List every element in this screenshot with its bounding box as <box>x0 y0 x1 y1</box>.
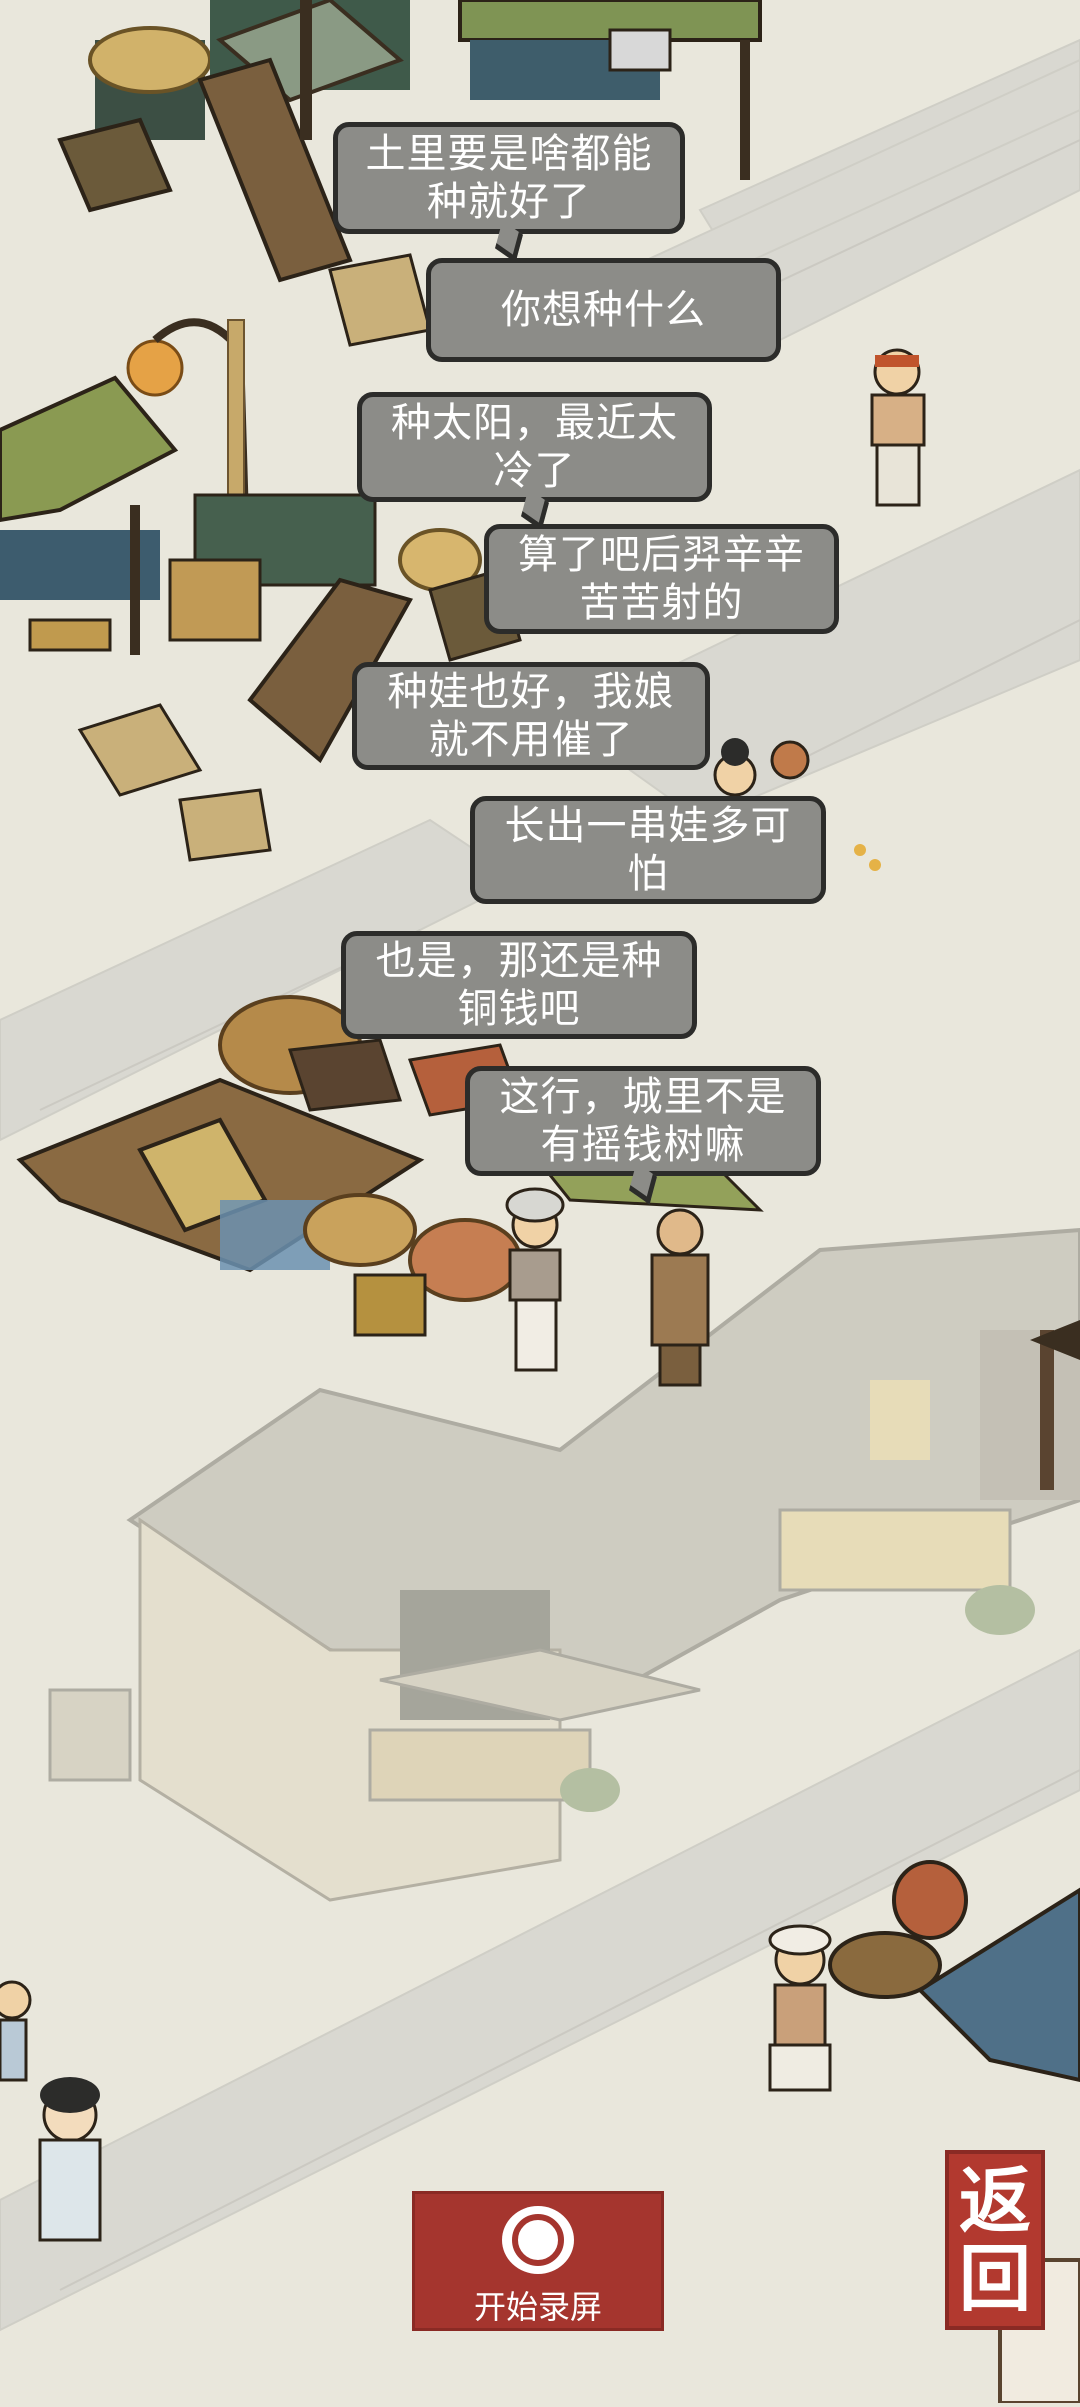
game-scene[interactable]: 土里要是啥都能 种就好了 你想种什么 种太阳，最近太 冷了 算了吧后羿辛辛 苦苦… <box>0 0 1080 2405</box>
record-icon <box>502 2206 574 2274</box>
villager-man-top-right <box>870 348 926 507</box>
villager-cook-bottom <box>768 1924 832 2092</box>
dialogue-bubble-8: 这行，城里不是 有摇钱树嘛 <box>465 1066 821 1176</box>
villager-man-center <box>650 1208 710 1387</box>
villager-girl-bottom-left <box>38 2077 102 2242</box>
start-recording-label: 开始录屏 <box>473 2288 602 2326</box>
start-recording-button[interactable]: 开始录屏 <box>412 2191 664 2331</box>
back-button[interactable]: 返 回 <box>945 2150 1045 2330</box>
villager-woman-center <box>505 1187 565 1372</box>
dialogue-bubble-1: 土里要是啥都能 种就好了 <box>333 122 685 234</box>
dialogue-bubble-4: 算了吧后羿辛辛 苦苦射的 <box>484 524 839 634</box>
back-label-bottom: 回 <box>958 2236 1031 2321</box>
dialogue-bubble-7: 也是，那还是种 铜钱吧 <box>341 931 697 1039</box>
dialogue-bubble-6: 长出一串娃多可 怕 <box>470 796 826 904</box>
villager-child-left <box>0 1980 32 2082</box>
dialogue-bubble-3: 种太阳，最近太 冷了 <box>357 392 712 502</box>
back-label-top: 返 <box>958 2158 1031 2243</box>
dialogue-bubble-2: 你想种什么 <box>426 258 781 362</box>
dialogue-bubble-5: 种娃也好，我娘 就不用催了 <box>352 662 710 770</box>
